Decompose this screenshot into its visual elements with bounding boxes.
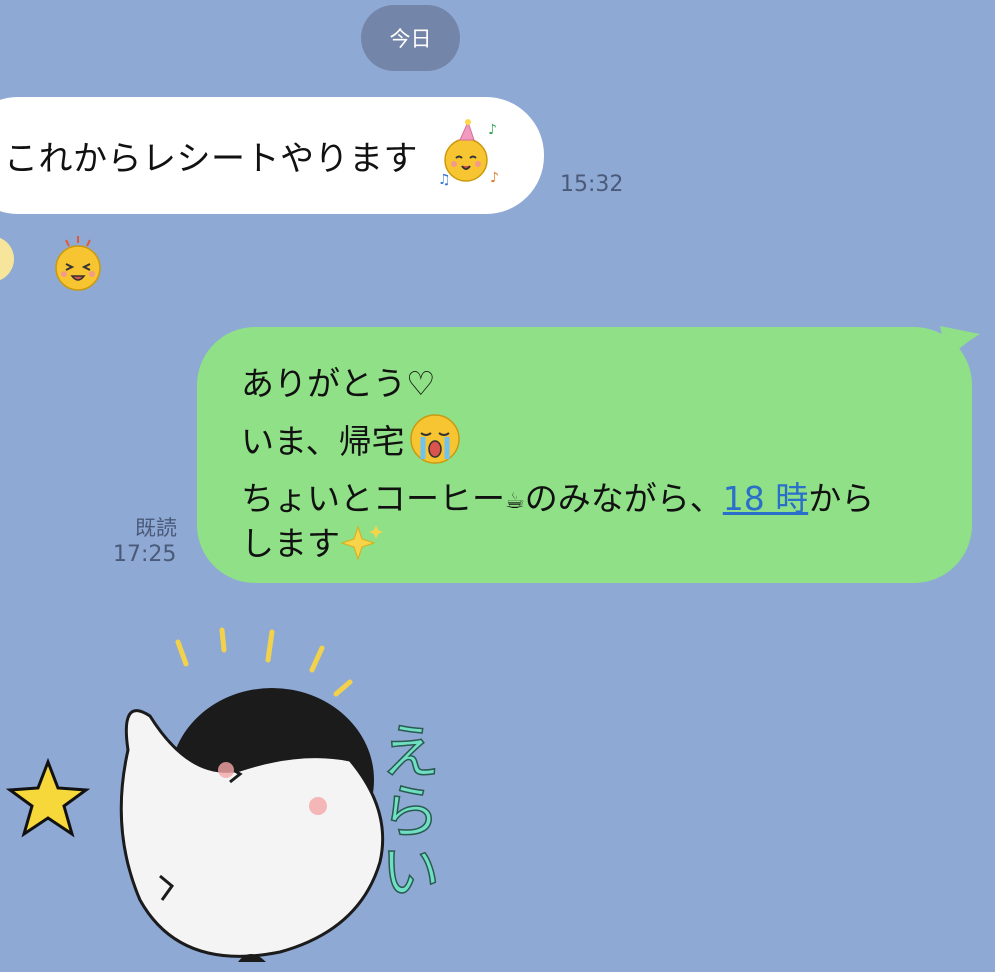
svg-text:♪: ♪ bbox=[490, 170, 499, 186]
sticker-caption: えらい bbox=[370, 720, 440, 900]
outgoing-line-3-after: から bbox=[808, 479, 875, 518]
time-link[interactable]: 18 時 bbox=[723, 479, 808, 518]
outgoing-line-1: ありがとう♡ bbox=[241, 364, 436, 403]
outgoing-line-2-text: いま、帰宅 bbox=[241, 422, 405, 461]
sender-avatar[interactable] bbox=[0, 236, 14, 282]
outgoing-line-3-mid: のみながら、 bbox=[524, 479, 723, 518]
read-receipt: 既読 bbox=[135, 516, 177, 540]
party-hat-smiley-icon: ♪ ♫ ♪ bbox=[438, 119, 499, 188]
date-divider: 今日 bbox=[361, 5, 460, 71]
outgoing-line-2: いま、帰宅 bbox=[241, 411, 465, 467]
svg-text:♪: ♪ bbox=[488, 122, 497, 138]
penguin-sticker[interactable]: えらい bbox=[0, 600, 500, 972]
excited-smiley-icon bbox=[55, 236, 101, 291]
bubble-tail bbox=[940, 326, 980, 360]
outgoing-timestamp: 17:25 bbox=[113, 542, 177, 567]
outgoing-line-3-before: ちょいとコーヒー bbox=[241, 479, 505, 518]
incoming-timestamp: 15:32 bbox=[560, 172, 624, 197]
crying-smiley-icon bbox=[409, 414, 460, 464]
incoming-message-text: これからレシートやります bbox=[4, 139, 418, 179]
svg-text:♫: ♫ bbox=[438, 172, 451, 188]
outgoing-message-bubble[interactable]: ありがとう♡ いま、帰宅 ちょいとコーヒー☕のみながら、18 時から します bbox=[197, 327, 972, 583]
outgoing-line-4: します bbox=[241, 517, 384, 565]
outgoing-line-3: ちょいとコーヒー☕のみながら、18 時から bbox=[241, 472, 874, 520]
coffee-cup-icon: ☕ bbox=[505, 489, 525, 514]
outgoing-line-4-text: します bbox=[241, 524, 340, 563]
sparkles-icon bbox=[340, 525, 383, 561]
